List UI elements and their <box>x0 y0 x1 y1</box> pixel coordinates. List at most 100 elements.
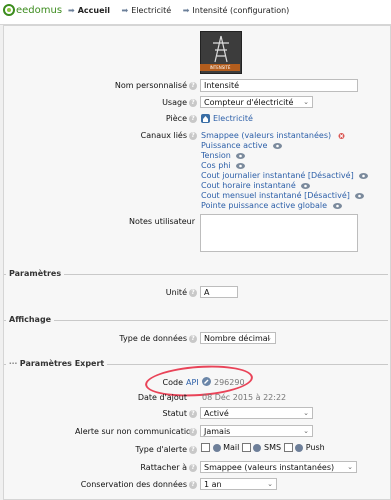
attach-select[interactable]: Smappee (valeurs instantanées) ⌄ <box>200 461 357 473</box>
sms-checkbox[interactable] <box>241 443 251 452</box>
eye-icon[interactable] <box>236 162 246 169</box>
linked-channel-link[interactable]: Puissance active <box>201 141 267 150</box>
code-label: Code <box>162 378 183 387</box>
eye-icon[interactable] <box>301 182 311 189</box>
help-icon[interactable]: ? <box>189 289 197 297</box>
status-select[interactable]: Activé ⌄ <box>200 407 313 419</box>
room-link[interactable]: Electricité <box>213 114 253 123</box>
linked-item: Cos phi <box>201 161 368 171</box>
arrow-right-icon: ➡ <box>68 6 75 15</box>
unit-label: Unité <box>165 288 187 297</box>
linked-channels-list: Smappee (valeurs instantanées) Puissance… <box>201 131 369 211</box>
section-divider <box>4 320 388 321</box>
alert-type-label: Type d'alerte <box>135 445 187 454</box>
dots-icon: ⋯ <box>9 359 17 368</box>
room-label: Pièce <box>165 114 187 123</box>
eye-icon[interactable] <box>359 172 369 179</box>
push-checkbox[interactable] <box>283 443 293 452</box>
alert-select[interactable]: Jamais ⌄ <box>200 425 313 437</box>
linked-item: Smappee (valeurs instantanées) <box>201 131 368 141</box>
eye-icon[interactable] <box>273 142 283 149</box>
alert-value: Jamais <box>204 427 231 436</box>
usage-value: Compteur d'électricité <box>204 98 294 107</box>
electricity-pylon-icon <box>213 35 229 63</box>
unit-input[interactable]: A <box>200 286 238 298</box>
breadcrumb-home[interactable]: Accueil <box>78 6 110 15</box>
help-icon[interactable]: ? <box>189 446 197 454</box>
help-icon[interactable]: ? <box>189 115 197 123</box>
chevron-down-icon: ⌄ <box>266 334 272 342</box>
linked-channels-label: Canaux liés <box>140 131 187 140</box>
mail-label: Mail <box>223 443 240 452</box>
eye-icon[interactable] <box>332 202 342 209</box>
eye-icon[interactable] <box>355 192 365 199</box>
chevron-down-icon: ⌄ <box>303 427 309 435</box>
retention-value: 1 an <box>204 480 222 489</box>
retention-select[interactable]: 1 an ⌄ <box>200 478 277 490</box>
push-label: Push <box>305 443 325 452</box>
breadcrumb-room[interactable]: Electricité <box>131 6 171 15</box>
eye-icon[interactable] <box>236 152 246 159</box>
help-icon[interactable]: ? <box>189 481 197 489</box>
alert-label: Alerte sur non communication <box>75 427 197 436</box>
device-image-label: INTENSITÉ <box>200 64 240 71</box>
code-value: 296290 <box>214 378 245 387</box>
status-value: Activé <box>204 409 229 418</box>
linked-channel-link[interactable]: Cout horaire instantané <box>201 181 296 190</box>
api-link[interactable]: API <box>186 378 199 387</box>
help-icon[interactable]: ? <box>189 464 197 472</box>
logo-text[interactable]: eedomus <box>16 5 62 16</box>
wrench-icon[interactable] <box>202 377 211 386</box>
linked-channel-link[interactable]: Tension <box>201 151 231 160</box>
status-label: Statut <box>162 409 187 418</box>
usage-select[interactable]: Compteur d'électricité ⌄ <box>200 96 313 108</box>
linked-channel-link[interactable]: Cout mensuel instantané [Désactivé] <box>201 191 350 200</box>
data-type-value: Nombre décimal <box>204 334 270 343</box>
retention-label: Conservation des données <box>80 480 187 489</box>
linked-channel-link[interactable]: Pointe puissance active globale <box>201 201 327 210</box>
breadcrumb-current: Intensité (configuration) <box>192 6 290 15</box>
attach-label: Rattacher à <box>140 463 187 472</box>
remove-icon[interactable] <box>337 132 346 139</box>
section-title-parametres: Paramètres <box>6 269 65 278</box>
section-title-expert-text: Paramètres Expert <box>19 359 105 368</box>
help-icon[interactable]: ? <box>189 132 197 140</box>
push-icon <box>295 443 304 452</box>
arrow-right-icon: ➡ <box>182 6 190 15</box>
mail-icon <box>212 443 221 452</box>
help-icon[interactable]: ? <box>189 410 197 418</box>
usage-label: Usage <box>162 98 187 107</box>
data-type-select[interactable]: Nombre décimal ⌄ <box>200 332 276 344</box>
help-icon[interactable]: ? <box>189 99 197 107</box>
help-icon[interactable]: ? <box>189 82 197 90</box>
arrow-right-icon: ➡ <box>121 6 129 15</box>
attach-value: Smappee (valeurs instantanées) <box>204 463 335 472</box>
config-panel <box>3 25 391 500</box>
date-added-label: Date d'ajout <box>137 393 187 402</box>
linked-item: Cout mensuel instantané [Désactivé] <box>201 191 368 201</box>
linked-channel-link[interactable]: Cout journalier instantané [Désactivé] <box>201 171 354 180</box>
notes-textarea[interactable] <box>200 214 358 252</box>
mail-checkbox[interactable] <box>201 443 210 452</box>
data-type-label: Type de données <box>119 334 187 343</box>
sms-label: SMS <box>263 443 282 452</box>
linked-channel-link[interactable]: Cos phi <box>201 161 231 170</box>
chevron-down-icon: ⌄ <box>303 409 309 417</box>
section-title-expert: ⋯ Paramètres Expert <box>6 359 108 368</box>
date-added-value: 08 Déc 2015 à 22:22 <box>202 393 287 402</box>
help-icon[interactable]: ? <box>189 428 197 436</box>
name-input[interactable]: Intensité <box>200 79 358 92</box>
help-icon[interactable]: ? <box>189 335 197 343</box>
linked-item: Pointe puissance active globale <box>201 201 368 211</box>
alert-type-options: Mail SMS Push <box>201 443 325 452</box>
linked-item: Puissance active <box>201 141 368 151</box>
breadcrumb: ➡ Accueil ➡ Electricité ➡ Intensité (config… <box>68 6 298 15</box>
notes-label: Notes utilisateur <box>128 217 195 226</box>
sms-icon <box>253 443 262 452</box>
eedomus-logo-icon[interactable] <box>3 4 15 16</box>
name-label: Nom personnalisé <box>114 81 187 90</box>
chevron-down-icon: ⌄ <box>347 463 353 471</box>
linked-item: Tension <box>201 151 368 161</box>
linked-channel-link[interactable]: Smappee (valeurs instantanées) <box>201 131 331 140</box>
chevron-down-icon: ⌄ <box>303 98 309 106</box>
